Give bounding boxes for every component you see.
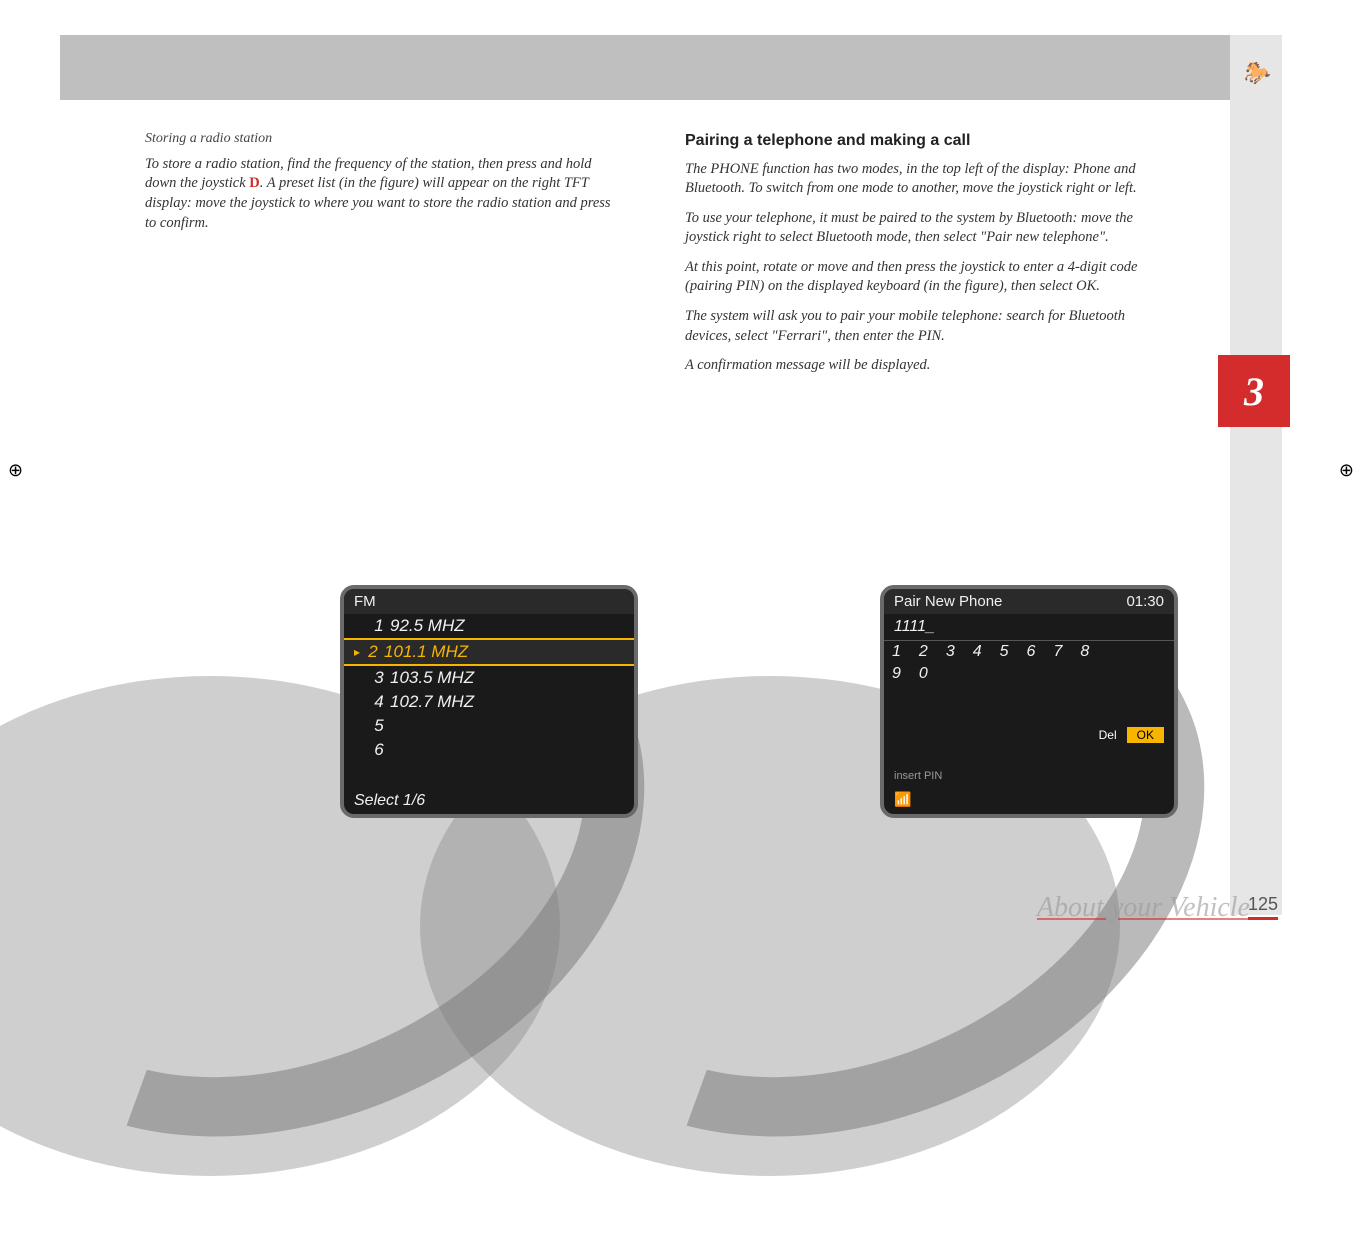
preset-freq: 103.5 MHZ <box>390 668 474 688</box>
right-p3: At this point, rotate or move and then p… <box>685 258 1165 297</box>
preset-num: 4 <box>368 692 390 712</box>
keypad-row-1: 12345678 <box>884 641 1174 663</box>
left-paragraph: To store a radio station, find the frequ… <box>145 155 625 233</box>
page-number: 125 <box>1248 894 1278 920</box>
ok-button[interactable]: OK <box>1127 727 1164 743</box>
keypad-key[interactable]: 4 <box>973 643 982 661</box>
preset-freq: 92.5 MHZ <box>390 616 465 636</box>
right-p2: To use your telephone, it must be paired… <box>685 209 1165 248</box>
joystick-d-label: D <box>249 175 259 191</box>
preset-num: 1 <box>368 616 390 636</box>
left-column: Storing a radio station To store a radio… <box>145 130 625 386</box>
keypad-key[interactable]: 7 <box>1053 643 1062 661</box>
clock: 01:30 <box>1126 593 1164 610</box>
keypad-key[interactable]: 8 <box>1080 643 1089 661</box>
del-ok-row: Del OK <box>1099 727 1164 743</box>
preset-row[interactable]: 4 102.7 MHZ <box>344 690 634 714</box>
preset-row[interactable]: 5 <box>344 714 634 738</box>
preset-freq: 101.1 MHZ <box>384 642 468 662</box>
preset-list: 1 92.5 MHZ2 101.1 MHZ3 103.5 MHZ4 102.7 … <box>344 614 634 762</box>
right-heading: Pairing a telephone and making a call <box>685 130 1165 152</box>
pair-phone-display: Pair New Phone 01:30 1111_ 12345678 90 D… <box>880 585 1178 818</box>
keypad-key[interactable]: 9 <box>892 665 901 683</box>
preset-num: 2 <box>362 642 384 662</box>
keypad-key[interactable]: 2 <box>919 643 928 661</box>
del-button[interactable]: Del <box>1099 728 1117 742</box>
right-margin-strip <box>1230 35 1282 915</box>
preset-row[interactable]: 6 <box>344 738 634 762</box>
footer-watermark: About your Vehicle <box>1037 892 1250 924</box>
preset-num: 3 <box>368 668 390 688</box>
crop-mark-icon: ⊕ <box>1339 460 1354 481</box>
keypad-key[interactable]: 0 <box>919 665 928 683</box>
preset-freq: 102.7 MHZ <box>390 692 474 712</box>
ferrari-logo-icon: 🐎 <box>1243 60 1270 86</box>
right-p4: The system will ask you to pair your mob… <box>685 307 1165 346</box>
preset-row[interactable]: 2 101.1 MHZ <box>344 638 634 666</box>
keypad-key[interactable]: 3 <box>946 643 955 661</box>
header-bar <box>60 35 1230 100</box>
pair-phone-title: Pair New Phone <box>894 593 1002 610</box>
keypad-key[interactable]: 1 <box>892 643 901 661</box>
preset-num: 5 <box>368 716 390 736</box>
right-p5: A confirmation message will be displayed… <box>685 356 1165 376</box>
insert-pin-hint: insert PIN <box>894 770 942 782</box>
keypad-key[interactable]: 5 <box>1000 643 1009 661</box>
radio-band-title: FM <box>344 589 634 614</box>
right-column: Pairing a telephone and making a call Th… <box>685 130 1165 386</box>
preset-num: 6 <box>368 740 390 760</box>
pair-phone-title-bar: Pair New Phone 01:30 <box>884 589 1174 614</box>
text: About your Vehicle <box>1037 892 1250 923</box>
content-columns: Storing a radio station To store a radio… <box>145 130 1165 386</box>
signal-icon: 📶 <box>894 791 911 808</box>
radio-preset-display: FM 1 92.5 MHZ2 101.1 MHZ3 103.5 MHZ4 102… <box>340 585 638 818</box>
text: FM <box>354 593 376 610</box>
keypad-key[interactable]: 6 <box>1027 643 1036 661</box>
crop-mark-icon: ⊕ <box>8 460 26 478</box>
right-p1: The PHONE function has two modes, in the… <box>685 160 1165 199</box>
section-number-badge: 3 <box>1218 355 1290 427</box>
preset-row[interactable]: 3 103.5 MHZ <box>344 666 634 690</box>
pin-display: 1111_ <box>884 614 1174 641</box>
keypad-row-2: 90 <box>884 663 1174 685</box>
left-heading: Storing a radio station <box>145 130 625 149</box>
preset-footer: Select 1/6 <box>354 792 425 810</box>
preset-row[interactable]: 1 92.5 MHZ <box>344 614 634 638</box>
